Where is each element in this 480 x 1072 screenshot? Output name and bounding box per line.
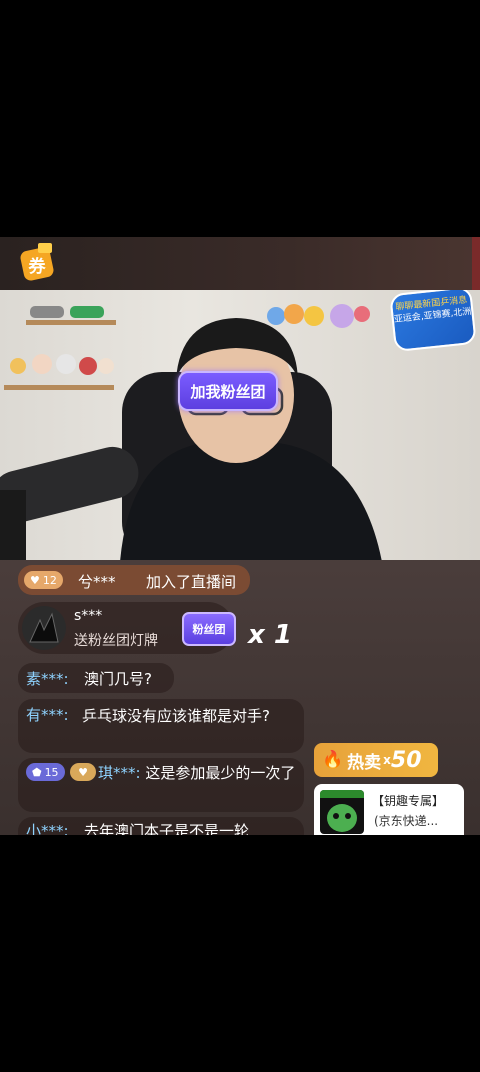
- video-feed[interactable]: 加我粉丝团 聊聊最新国乒消息 亚运会,亚锦赛,北洲: [0, 290, 480, 560]
- svg-text:券: 券: [28, 256, 47, 277]
- product-card[interactable]: 【钥趣专属】 (京东快递...: [314, 784, 464, 835]
- top-bar-edge: [472, 237, 480, 290]
- chat-text: 琪***: 这是参加最少的一次了: [26, 761, 296, 785]
- hot-sale-label: 热卖: [347, 752, 382, 773]
- join-text: 加入了直播间: [146, 573, 237, 591]
- fan-club-gift-label: 粉丝团: [192, 623, 226, 636]
- fan-club-gift-icon: 粉丝团: [182, 612, 236, 646]
- fan-club-badge-label: 加我粉丝团: [190, 382, 266, 401]
- chat-message: 有***: 乒乓球没有应该谁都是对手?: [18, 699, 304, 753]
- coupon-icon[interactable]: 券: [16, 243, 60, 283]
- join-notice: ♥ 12 兮*** 加入了直播间: [18, 565, 250, 595]
- product-subtitle: (京东快递...: [374, 814, 439, 828]
- chat-message: 素***: 澳门几号?: [18, 663, 174, 693]
- fan-club-badge[interactable]: 加我粉丝团: [178, 371, 278, 411]
- chat-text: 乒乓球没有应该谁都是对手?: [82, 707, 270, 725]
- product-thumbnail: [320, 790, 364, 834]
- chat-message: ⬟ 15 ♥ 琪***: 这是参加最少的一次了: [18, 758, 304, 812]
- promo-badge[interactable]: 聊聊最新国乒消息 亚运会,亚锦赛,北洲: [389, 290, 477, 353]
- chat-user: 琪***:: [98, 764, 141, 782]
- top-bar: 券: [0, 237, 480, 290]
- chat-area: ♥ 12 兮*** 加入了直播间 s*** 送粉丝团灯牌 粉丝团 x 1 素**…: [0, 560, 480, 835]
- hot-sale-count: 50: [390, 747, 422, 773]
- gift-count: x 1: [248, 620, 292, 650]
- microphone: [0, 446, 139, 560]
- product-title: 【钥趣专属】: [372, 794, 445, 808]
- fire-icon: 🔥: [322, 750, 344, 770]
- hot-sale-mult: x: [383, 753, 391, 767]
- heart-icon: ♥: [30, 573, 40, 587]
- gift-text: 送粉丝团灯牌: [74, 633, 158, 649]
- live-stream-stage: 券 加我粉丝团 聊聊最新国乒消息 亚运会,亚锦赛,北洲 ♥ 12 兮*** 加入…: [0, 237, 480, 835]
- chat-text: 澳门几号?: [84, 670, 152, 688]
- chat-text: 去年澳门本子是不是一轮: [84, 822, 250, 835]
- hot-sale-banner[interactable]: 🔥 热卖 x 50: [314, 743, 438, 777]
- join-level-badge: ♥ 12: [24, 571, 63, 589]
- join-user: 兮***: [78, 573, 116, 591]
- avatar[interactable]: [22, 606, 66, 650]
- chat-text-body: 这是参加最少的一次了: [145, 764, 296, 782]
- chat-user: 小***:: [26, 822, 69, 835]
- chat-user: 素***:: [26, 670, 69, 688]
- chat-message: 小***: 去年澳门本子是不是一轮: [18, 817, 304, 835]
- gift-user: s***: [74, 608, 103, 624]
- join-level: 12: [42, 573, 57, 587]
